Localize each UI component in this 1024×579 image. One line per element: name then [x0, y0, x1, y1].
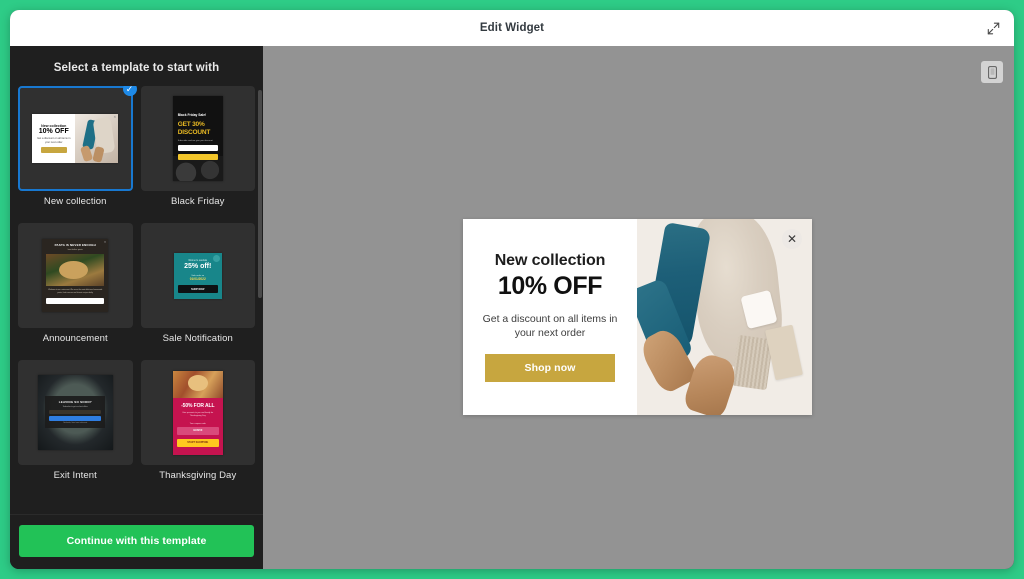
thumb-close-icon: ✕ [113, 115, 117, 119]
template-card-black-friday[interactable]: Black Friday Sale! GET 30% DISCOUNT Subs… [140, 86, 255, 191]
thumb-subtitle: Subscribe and we give you discount [177, 140, 213, 143]
template-item-sale-notification[interactable]: Women's sandals 25% off! Sale ends on 01… [140, 223, 255, 352]
thumb-body: Welcome to our restaurant. We serve the … [48, 289, 103, 294]
flatlay-photo [637, 219, 812, 415]
sidebar-heading: Select a template to start with [53, 62, 220, 74]
template-thumbnail-sale-notification: Women's sandals 25% off! Sale ends on 01… [173, 252, 222, 299]
popup-hero-image: ✕ [637, 219, 812, 415]
thumb-subtitle: best italian pasta [67, 249, 83, 251]
thumb-code-label: Your coupon code [189, 422, 206, 425]
template-grid: ✓ New collection 10% OFF Get a discount … [18, 86, 255, 489]
thumb-heading: Black Friday Sale! [177, 113, 207, 117]
thumb-offer: -50% FOR ALL [181, 402, 215, 409]
template-thumbnail-thanksgiving-day: -50% FOR ALL Give presents to you and fa… [172, 370, 223, 455]
thumb-subtitle: Give presents to you and family for Than… [182, 411, 214, 417]
close-icon[interactable]: ✕ [782, 229, 802, 249]
template-label: New collection [43, 196, 107, 207]
thumb-cta [46, 298, 105, 305]
thumb-subtitle: Get a discount on all items in your next… [37, 137, 71, 144]
photo-gift-tag [765, 324, 803, 381]
template-label: Thanksgiving Day [159, 470, 237, 481]
thumb-photo [46, 254, 105, 286]
selected-check-icon: ✓ [122, 86, 137, 96]
template-label: Announcement [42, 333, 108, 344]
template-thumbnail-announcement: ✕ PASTA IS NEVER ENOUGH best italian pas… [42, 239, 109, 312]
thumb-badge-icon [212, 254, 220, 262]
template-label: Sale Notification [162, 333, 233, 344]
thumb-cta [49, 416, 102, 421]
thumb-photo-boot [80, 145, 94, 163]
popup-offer: 10% OFF [497, 271, 603, 300]
popup-title: New collection [494, 251, 606, 269]
thumb-code: 01/01/2022 [189, 277, 206, 282]
template-item-black-friday[interactable]: Black Friday Sale! GET 30% DISCOUNT Subs… [140, 86, 255, 215]
thumb-heading: LEAVING SO SOON? [58, 400, 92, 404]
template-thumbnail-black-friday: Black Friday Sale! GET 30% DISCOUNT Subs… [172, 96, 223, 181]
thumb-offer: 25% off! [184, 262, 212, 270]
continue-with-template-button[interactable]: Continue with this template [19, 525, 254, 557]
popup-subtitle: Get a discount on all items in your next… [482, 312, 618, 339]
thumb-cta: START SHOPPING [176, 438, 219, 447]
page-title: Edit Widget [479, 22, 545, 34]
window-titlebar: Edit Widget [10, 10, 1014, 46]
template-sidebar: Select a template to start with ✓ New co… [10, 46, 263, 569]
window-content: Select a template to start with ✓ New co… [10, 46, 1014, 569]
expand-arrows-icon[interactable] [982, 17, 1004, 39]
template-item-thanksgiving-day[interactable]: -50% FOR ALL Give presents to you and fa… [140, 360, 255, 489]
thumb-title: PASTA IS NEVER ENOUGH [54, 243, 96, 247]
thumb-email-field [49, 410, 102, 414]
template-thumbnail-exit-intent: LEAVING SO SOON? Subscribe to get our be… [37, 375, 113, 450]
popup-text-panel: New collection 10% OFF Get a discount on… [463, 219, 637, 415]
template-item-announcement[interactable]: ✕ PASTA IS NEVER ENOUGH best italian pas… [18, 223, 133, 352]
template-label: Black Friday [171, 196, 225, 207]
template-card-announcement[interactable]: ✕ PASTA IS NEVER ENOUGH best italian pas… [18, 223, 133, 328]
thumb-offer: 10% OFF [38, 127, 69, 135]
thumb-footnote: No thanks, I don't want a discount [63, 423, 88, 424]
widget-preview-popup: New collection 10% OFF Get a discount on… [463, 219, 812, 415]
thumb-close-icon: ✕ [103, 240, 107, 244]
template-card-thanksgiving-day[interactable]: -50% FOR ALL Give presents to you and fa… [140, 360, 255, 465]
sidebar-footer: Continue with this template [10, 514, 263, 569]
thumb-subtitle: Subscribe to get our best offers [62, 406, 88, 408]
template-card-sale-notification[interactable]: Women's sandals 25% off! Sale ends on 01… [140, 223, 255, 328]
template-card-exit-intent[interactable]: LEAVING SO SOON? Subscribe to get our be… [18, 360, 133, 465]
thumb-offer: GET 30% DISCOUNT [177, 121, 211, 136]
preview-canvas: New collection 10% OFF Get a discount on… [263, 46, 1014, 569]
template-scroll-area[interactable]: ✓ New collection 10% OFF Get a discount … [10, 86, 263, 514]
template-label: Exit Intent [53, 470, 97, 481]
template-item-exit-intent[interactable]: LEAVING SO SOON? Subscribe to get our be… [18, 360, 133, 489]
edit-widget-window: Edit Widget Select a template to start w… [10, 10, 1014, 569]
thumb-photo-boot-2 [92, 146, 106, 163]
thumb-heading: Women's sandals [188, 258, 208, 262]
thumb-cta [40, 147, 67, 154]
thumb-cta: SHOP NOW [177, 285, 218, 294]
sidebar-scrollbar[interactable] [258, 90, 262, 298]
shop-now-button[interactable]: Shop now [485, 354, 615, 383]
thumb-photo [172, 370, 223, 398]
mobile-device-icon[interactable] [981, 61, 1003, 83]
template-thumbnail-new-collection: New collection 10% OFF Get a discount on… [32, 114, 119, 163]
thumb-cta [177, 154, 218, 161]
template-item-new-collection[interactable]: ✓ New collection 10% OFF Get a discount … [18, 86, 137, 215]
template-card-new-collection[interactable]: ✓ New collection 10% OFF Get a discount … [18, 86, 137, 191]
thumb-email-field [177, 145, 218, 152]
thumb-code: GIVE50 [176, 426, 219, 435]
